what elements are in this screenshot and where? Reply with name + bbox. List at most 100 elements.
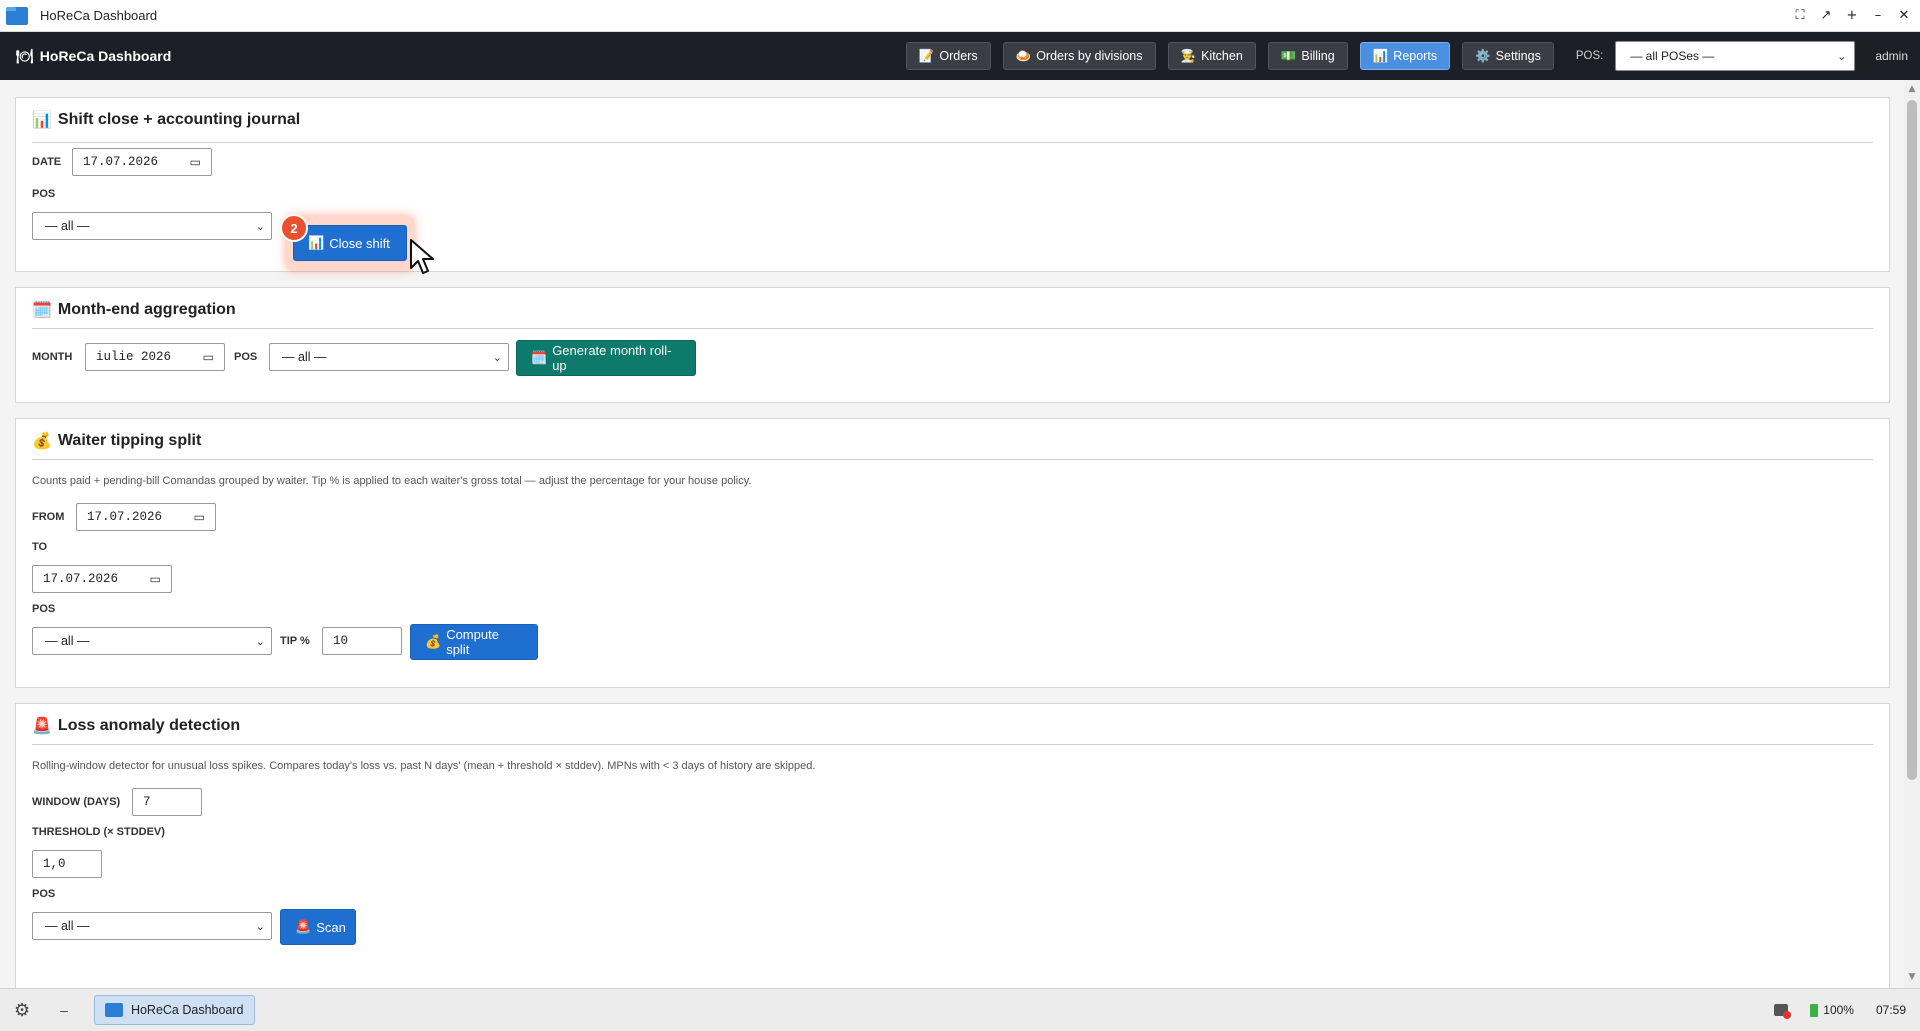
calendar-icon[interactable]: ▭ (203, 350, 214, 364)
scroll-thumb[interactable] (1907, 100, 1917, 780)
nav-kitchen[interactable]: 👨‍🍳 Kitchen (1167, 42, 1256, 70)
date-value: 17.07.2026 (83, 155, 159, 169)
pos-select-value: — all — (282, 350, 327, 364)
pos-select[interactable]: — all POSes — ⌄ (1615, 41, 1856, 71)
brand: 🍽 HoReCa Dashboard (16, 48, 171, 65)
from-date-value: 17.07.2026 (87, 510, 163, 524)
month-value: iulie 2026 (96, 350, 172, 364)
vertical-scrollbar[interactable]: ▲ ▼ (1904, 80, 1920, 988)
window-days-input[interactable]: 7 (132, 788, 202, 816)
minimize-all-icon[interactable]: – (60, 1002, 68, 1018)
step-badge: 2 (280, 214, 308, 242)
card-title-text: Shift close + accounting journal (57, 111, 301, 128)
nav-label: Settings (1495, 49, 1541, 63)
pos-select[interactable]: — all — ⌄ (269, 343, 509, 371)
user-name: admin (1875, 49, 1908, 63)
generate-month-rollup-button[interactable]: 🗓️ Generate month roll-up (516, 340, 696, 376)
main-content: 📊 Shift close + accounting journal DATE … (0, 80, 1920, 988)
chart-icon: 📊 (32, 112, 52, 129)
close-icon[interactable]: ✕ (1896, 8, 1912, 24)
calendar-icon[interactable]: ▭ (194, 510, 205, 524)
calendar-icon[interactable]: ▭ (150, 572, 161, 586)
scroll-down-icon[interactable]: ▼ (1907, 972, 1917, 982)
nav-reports[interactable]: 📊 Reports (1359, 42, 1451, 70)
settings-gear-icon[interactable]: ⚙ (14, 1000, 30, 1021)
close-shift-button[interactable]: 📊 Close shift (293, 225, 407, 261)
nav-label: Orders by divisions (1036, 49, 1143, 63)
chart-icon: 📊 (308, 235, 325, 250)
pos-select[interactable]: — all — ⌄ (32, 627, 272, 655)
pos-select-value: — all — (45, 634, 90, 648)
button-label: Scan (316, 919, 346, 935)
divider (32, 142, 1873, 143)
calendar-icon[interactable]: ▭ (190, 155, 201, 169)
calendar-icon: 🗓️ (32, 302, 52, 319)
battery-indicator[interactable]: 100% (1810, 1003, 1854, 1018)
from-label: FROM (32, 511, 65, 523)
nav-label: Billing (1301, 49, 1335, 63)
money-bag-icon: 💰 (425, 634, 442, 649)
nav-label: Reports (1393, 49, 1438, 63)
maximize-icon[interactable]: + (1844, 8, 1860, 24)
clock: 07:59 (1875, 1002, 1906, 1017)
date-label: DATE (32, 156, 62, 168)
taskbar-task-horeca[interactable]: HoReCa Dashboard (93, 995, 255, 1025)
cook-icon: 👨‍🍳 (1180, 48, 1197, 63)
from-date-input[interactable]: 17.07.2026 ▭ (76, 503, 216, 531)
siren-icon: 🚨 (32, 718, 52, 735)
to-label: TO (32, 541, 48, 553)
month-input[interactable]: iulie 2026 ▭ (85, 343, 225, 371)
window-titlebar: HoReCa Dashboard ⛶ ↗ + – ✕ (0, 0, 1920, 32)
tip-percent-input[interactable]: 10 (322, 627, 402, 655)
scroll-up-icon[interactable]: ▲ (1907, 84, 1917, 94)
pos-select[interactable]: — all — ⌄ (32, 212, 272, 240)
threshold-label: THRESHOLD (× STDDEV) (32, 826, 165, 838)
to-date-value: 17.07.2026 (43, 572, 119, 586)
dish-icon: 🍛 (1015, 48, 1032, 63)
nav-label: Orders (939, 49, 978, 63)
threshold-input[interactable]: 1,0 (32, 850, 102, 878)
card-title: 📊 Shift close + accounting journal (32, 110, 300, 130)
pos-label: POS (234, 351, 258, 363)
nav-settings[interactable]: ⚙️ Settings (1462, 42, 1554, 70)
window-title: HoReCa Dashboard (40, 8, 158, 23)
divider (32, 328, 1873, 329)
window-controls: ⛶ ↗ + – ✕ (1792, 8, 1912, 24)
system-tray: 100% 07:59 (1774, 1002, 1906, 1019)
button-label: Generate month roll-up (552, 343, 672, 373)
loss-anomaly-card: 🚨 Loss anomaly detection Rolling-window … (15, 703, 1890, 988)
taskbar: ⚙ – HoReCa Dashboard 100% 07:59 (0, 988, 1920, 1031)
calendar-icon: 🗓️ (531, 350, 548, 365)
divider (32, 744, 1873, 745)
tip-label: TIP % (280, 635, 310, 647)
card-title-text: Loss anomaly detection (57, 717, 241, 734)
memo-icon: 📝 (918, 48, 935, 63)
compute-split-button[interactable]: 💰 Compute split (410, 624, 538, 660)
shift-close-card: 📊 Shift close + accounting journal DATE … (15, 97, 1890, 274)
chevron-down-icon: ⌄ (255, 919, 265, 933)
button-label: Compute split (446, 627, 499, 657)
pos-label: POS (32, 188, 56, 200)
threshold-value: 1,0 (43, 857, 66, 871)
card-title: 💰 Waiter tipping split (32, 431, 201, 451)
card-title-text: Month-end aggregation (57, 301, 236, 318)
nav-orders-by-divisions[interactable]: 🍛 Orders by divisions (1002, 42, 1156, 70)
nav-orders[interactable]: 📝 Orders (905, 42, 991, 70)
battery-icon (1810, 1004, 1819, 1018)
pos-select-value: — all — (45, 919, 90, 933)
nav-billing[interactable]: 💵 Billing (1267, 42, 1348, 70)
to-date-input[interactable]: 17.07.2026 ▭ (32, 565, 172, 593)
window-days-value: 7 (143, 795, 151, 809)
chart-icon: 📊 (1372, 48, 1389, 63)
minimize-icon[interactable]: – (1870, 8, 1886, 24)
money-icon: 💵 (1280, 48, 1297, 63)
pos-label: POS (32, 603, 56, 615)
nav-label: Kitchen (1201, 49, 1243, 63)
pos-select[interactable]: — all — ⌄ (32, 912, 272, 940)
network-icon[interactable] (1774, 1003, 1792, 1019)
button-label: Close shift (329, 235, 390, 251)
restore-icon[interactable]: ↗ (1818, 8, 1834, 24)
fullscreen-icon[interactable]: ⛶ (1792, 8, 1808, 24)
date-input[interactable]: 17.07.2026 ▭ (72, 148, 212, 176)
scan-button[interactable]: 🚨 Scan (280, 909, 356, 945)
